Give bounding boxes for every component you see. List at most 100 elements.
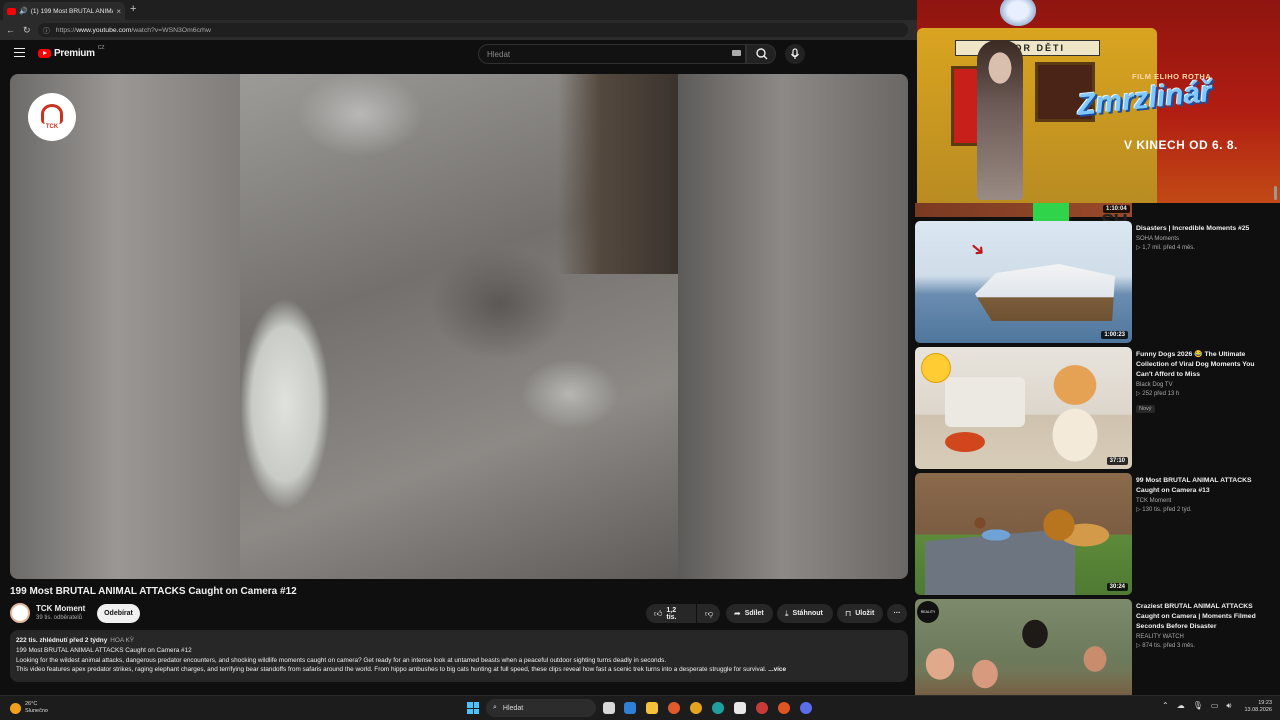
weather-widget[interactable]: 26°C Slunečno: [10, 701, 48, 715]
dislike-button[interactable]: 👎︎: [697, 604, 720, 623]
channel-name[interactable]: TCK Moment: [36, 604, 85, 613]
tab-close-icon[interactable]: ×: [116, 7, 121, 16]
network-icon[interactable]: ▭: [1211, 701, 1219, 711]
more-actions-button[interactable]: ···: [887, 604, 907, 623]
youtube-play-icon: [38, 49, 51, 58]
channel-avatar[interactable]: [10, 603, 30, 623]
channel-watermark-logo: TCK: [28, 93, 76, 141]
url-text: https://www.youtube.com/watch?v=WSN3Om6c…: [55, 26, 211, 34]
bookmark-icon: ⊓: [845, 609, 852, 618]
scrollbar-track[interactable]: [1272, 203, 1280, 695]
channel-name[interactable]: Black Dog TV: [1136, 382, 1271, 388]
description-box[interactable]: 222 tis. zhlédnutí před 2 týdny HOA KỲ 19…: [10, 630, 908, 682]
show-more-link[interactable]: ...více: [768, 666, 786, 673]
scrollbar-thumb[interactable]: [1274, 186, 1277, 200]
windows-start-icon[interactable]: [467, 702, 479, 714]
channel-name[interactable]: REALITY WATCH: [1136, 634, 1271, 640]
volume-icon[interactable]: 🔊︎: [1226, 701, 1231, 711]
video-title[interactable]: Funny Dogs 2026 😂 The Ultimate Collectio…: [1136, 350, 1271, 380]
woman-image: [970, 513, 1014, 553]
site-info-icon[interactable]: ⓘ: [43, 25, 50, 35]
video-frame: [240, 74, 678, 579]
clock[interactable]: 19:23 13.08.2026: [1238, 700, 1272, 714]
app-icon[interactable]: [756, 702, 768, 714]
recommendation-card[interactable]: ➜ 1:00:23 Disasters | Incredible Moments…: [915, 221, 1272, 343]
video-duration: 30:24: [1106, 583, 1128, 591]
new-tab-button[interactable]: +: [130, 3, 136, 15]
browser-tab[interactable]: 🔊 (1) 199 Most BRUTAL ANIMA ×: [3, 2, 125, 20]
chrome-icon[interactable]: [690, 702, 702, 714]
temperature: 26°C: [25, 701, 38, 707]
address-bar[interactable]: ⓘ https://www.youtube.com/watch?v=WSN3Om…: [38, 23, 908, 37]
speaker-icon[interactable]: 🔊: [19, 7, 28, 15]
discord-icon[interactable]: [800, 702, 812, 714]
dog-image: [1035, 355, 1115, 465]
video-title[interactable]: 99 Most BRUTAL ANIMAL ATTACKS Caught on …: [1136, 476, 1271, 496]
video-thumbnail[interactable]: 37:10: [915, 347, 1132, 469]
search-icon: [756, 48, 768, 60]
mail-icon[interactable]: [624, 702, 636, 714]
onedrive-icon[interactable]: ☁: [1177, 701, 1185, 711]
video-duration: 37:10: [1106, 457, 1128, 465]
recommendations-list: 1:10:04 SH ➜ 1:00:23 Disasters | Incredi…: [915, 203, 1272, 695]
people-image: [915, 639, 1132, 695]
subscribe-button[interactable]: Odebírat: [97, 604, 140, 623]
crab-image: [945, 432, 985, 452]
tab-title: (1) 199 Most BRUTAL ANIMA: [30, 7, 114, 15]
reload-icon[interactable]: ↻: [23, 25, 31, 36]
save-label: Uložit: [855, 610, 875, 617]
ad-release-date: V KINECH OD 6. 8.: [1124, 138, 1238, 152]
search-icon: ⌕: [493, 704, 497, 711]
search-button[interactable]: [746, 44, 776, 64]
video-thumbnail[interactable]: REALITY: [915, 599, 1132, 695]
video-thumbnail[interactable]: 30:24: [915, 473, 1132, 595]
watermark-text: TCK: [45, 124, 59, 130]
recommendation-card[interactable]: 37:10 Funny Dogs 2026 😂 The Ultimate Col…: [915, 347, 1272, 469]
firefox-dev-icon[interactable]: [778, 702, 790, 714]
taskbar-search[interactable]: ⌕ Hledat: [486, 699, 596, 717]
task-view-icon[interactable]: [603, 702, 615, 714]
save-button[interactable]: ⊓ Uložit: [837, 604, 883, 623]
clock-date: 13.08.2026: [1244, 707, 1272, 713]
edge-icon[interactable]: [712, 702, 724, 714]
video-thumbnail[interactable]: ➜ 1:00:23: [915, 221, 1132, 343]
video-meta: ▷ 874 tis. před 3 měs.: [1136, 643, 1195, 649]
video-player[interactable]: TCK: [10, 74, 908, 579]
share-label: Sdílet: [744, 610, 764, 617]
search-input[interactable]: Hledat: [478, 44, 746, 64]
browser-tab-bar: 🔊 (1) 199 Most BRUTAL ANIMA × +: [0, 0, 917, 20]
chevron-up-icon[interactable]: ⌃: [1162, 701, 1169, 711]
recommendation-card[interactable]: REALITY Craziest BRUTAL ANIMAL ATTACKS C…: [915, 599, 1272, 695]
download-button[interactable]: ⤓ Stáhnout: [777, 604, 833, 623]
weather-text: 26°C Slunečno: [25, 701, 48, 715]
keyboard-icon[interactable]: [732, 50, 741, 56]
channel-name[interactable]: SOHA Moments: [1136, 236, 1271, 242]
location-tag[interactable]: HOA KỲ: [110, 637, 134, 644]
recommendation-card[interactable]: 30:24 99 Most BRUTAL ANIMAL ATTACKS Caug…: [915, 473, 1272, 595]
microphone-icon: [791, 48, 799, 59]
video-meta: ▷ 130 tis. před 2 týd.: [1136, 507, 1192, 513]
channel-name[interactable]: TCK Moment: [1136, 498, 1271, 504]
ad-mascot-icon: [1000, 0, 1036, 26]
youtube-favicon-icon: [7, 7, 16, 15]
description-title-line: 199 Most BRUTAL ANIMAL ATTACKS Caught on…: [16, 646, 192, 654]
file-explorer-icon[interactable]: [646, 702, 658, 714]
firefox-icon[interactable]: [668, 702, 680, 714]
video-rock-shadow: [558, 74, 678, 274]
video-title[interactable]: Craziest BRUTAL ANIMAL ATTACKS Caught on…: [1136, 602, 1271, 632]
menu-icon[interactable]: [14, 48, 25, 57]
youtube-premium-logo[interactable]: Premium CZ: [38, 45, 104, 59]
back-icon[interactable]: ←: [6, 25, 15, 35]
description-line: This video features apex predator strike…: [16, 666, 767, 674]
voice-search-button[interactable]: [785, 44, 805, 64]
view-stats: 222 tis. zhlédnutí před 2 týdny: [16, 637, 108, 644]
video-duration: 1:00:23: [1101, 331, 1128, 339]
video-info: Funny Dogs 2026 😂 The Ultimate Collectio…: [1136, 350, 1271, 415]
video-title[interactable]: Disasters | Incredible Moments #25: [1136, 224, 1271, 234]
like-button[interactable]: 👍︎ 1,2 tis.: [646, 604, 696, 623]
microphone-icon[interactable]: 🎙︎: [1193, 701, 1203, 711]
share-button[interactable]: ➦ Sdílet: [726, 604, 773, 623]
system-tray: ⌃ ☁ 🎙︎ ▭ 🔊︎: [1162, 701, 1231, 711]
browser-toolbar: ← ↻ ⓘ https://www.youtube.com/watch?v=WS…: [0, 20, 917, 40]
store-icon[interactable]: [734, 702, 746, 714]
